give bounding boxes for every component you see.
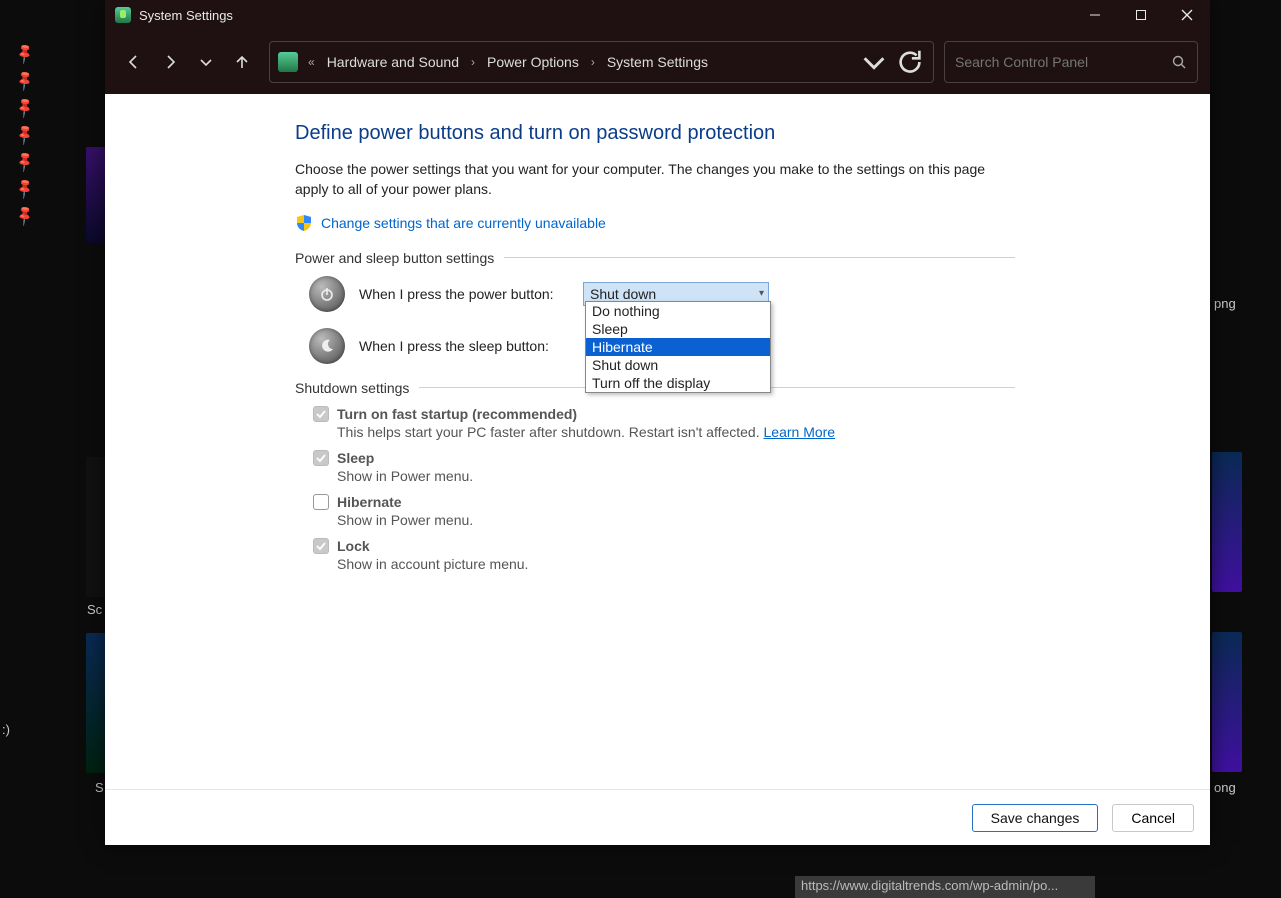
sleep-button-icon [309,328,345,364]
refresh-button[interactable] [895,47,925,77]
hibernate-checkbox-label: Hibernate [337,494,402,510]
app-icon [115,7,131,23]
section-shutdown-header: Shutdown settings [295,380,409,396]
bg-url-bar: https://www.digitaltrends.com/wp-admin/p… [795,876,1095,898]
search-icon [1171,54,1187,70]
control-panel-icon [278,52,298,72]
taskbar-pins: 📌📌📌📌📌📌📌 [2,34,37,223]
close-button[interactable] [1164,0,1210,30]
bg-caption-2: S [95,780,104,795]
maximize-button[interactable] [1118,0,1164,30]
content-area: Define power buttons and turn on passwor… [105,94,1210,845]
power-select-value: Shut down [590,286,656,302]
breadcrumb-system-settings[interactable]: System Settings [605,52,710,72]
forward-button[interactable] [153,45,187,79]
bg-emoji: :) [2,722,10,737]
sleep-button-label: When I press the sleep button: [359,338,569,354]
learn-more-link[interactable]: Learn More [764,424,836,440]
section-power-header: Power and sleep button settings [295,250,494,266]
power-button-dropdown[interactable]: Do nothingSleepHibernateShut downTurn of… [585,301,771,393]
search-input[interactable] [955,54,1171,70]
hibernate-checkbox[interactable] [313,494,329,510]
chevron-prefix-icon: « [304,55,319,69]
chevron-down-icon: ▾ [759,288,764,299]
back-button[interactable] [117,45,151,79]
toolbar: « Hardware and Sound › Power Options › S… [105,30,1210,94]
address-bar[interactable]: « Hardware and Sound › Power Options › S… [269,41,934,83]
sleep-checkbox[interactable] [313,450,329,466]
fast-startup-desc: This helps start your PC faster after sh… [337,424,1015,440]
cancel-button[interactable]: Cancel [1112,804,1194,832]
chevron-right-icon: › [587,55,599,69]
bg-caption-1: Sc [87,602,102,617]
recent-button[interactable] [189,45,223,79]
hibernate-checkbox-desc: Show in Power menu. [337,512,1015,528]
shield-icon [295,214,313,232]
breadcrumb-power-options[interactable]: Power Options [485,52,581,72]
chevron-right-icon: › [467,55,479,69]
sleep-checkbox-desc: Show in Power menu. [337,468,1015,484]
control-panel-window: System Settings « Hardware and Sound › [105,0,1210,845]
power-button-label: When I press the power button: [359,286,569,302]
bg-thumb-1 [86,147,106,243]
bg-thumb-5 [1212,632,1242,772]
save-button[interactable]: Save changes [972,804,1099,832]
footer: Save changes Cancel [105,789,1210,845]
change-settings-link[interactable]: Change settings that are currently unava… [321,215,606,231]
breadcrumb-hardware[interactable]: Hardware and Sound [325,52,461,72]
up-button[interactable] [225,45,259,79]
divider [504,257,1015,258]
window-title: System Settings [139,8,233,23]
bg-caption-4: ong [1214,780,1236,795]
page-description: Choose the power settings that you want … [295,159,1015,200]
page-title: Define power buttons and turn on passwor… [295,122,1015,145]
lock-checkbox[interactable] [313,538,329,554]
fast-startup-checkbox[interactable] [313,406,329,422]
power-option-turn-off-the-display[interactable]: Turn off the display [586,374,770,392]
titlebar[interactable]: System Settings [105,0,1210,30]
lock-checkbox-label: Lock [337,538,370,554]
fast-startup-label: Turn on fast startup (recommended) [337,406,577,422]
bg-caption-3: png [1214,296,1236,311]
minimize-button[interactable] [1072,0,1118,30]
power-option-shut-down[interactable]: Shut down [586,356,770,374]
power-button-icon [309,276,345,312]
search-box[interactable] [944,41,1198,83]
sleep-checkbox-label: Sleep [337,450,374,466]
address-dropdown-button[interactable] [859,47,889,77]
power-option-do-nothing[interactable]: Do nothing [586,302,770,320]
power-option-hibernate[interactable]: Hibernate [586,338,770,356]
lock-checkbox-desc: Show in account picture menu. [337,556,1015,572]
bg-thumb-4 [1212,452,1242,592]
power-option-sleep[interactable]: Sleep [586,320,770,338]
